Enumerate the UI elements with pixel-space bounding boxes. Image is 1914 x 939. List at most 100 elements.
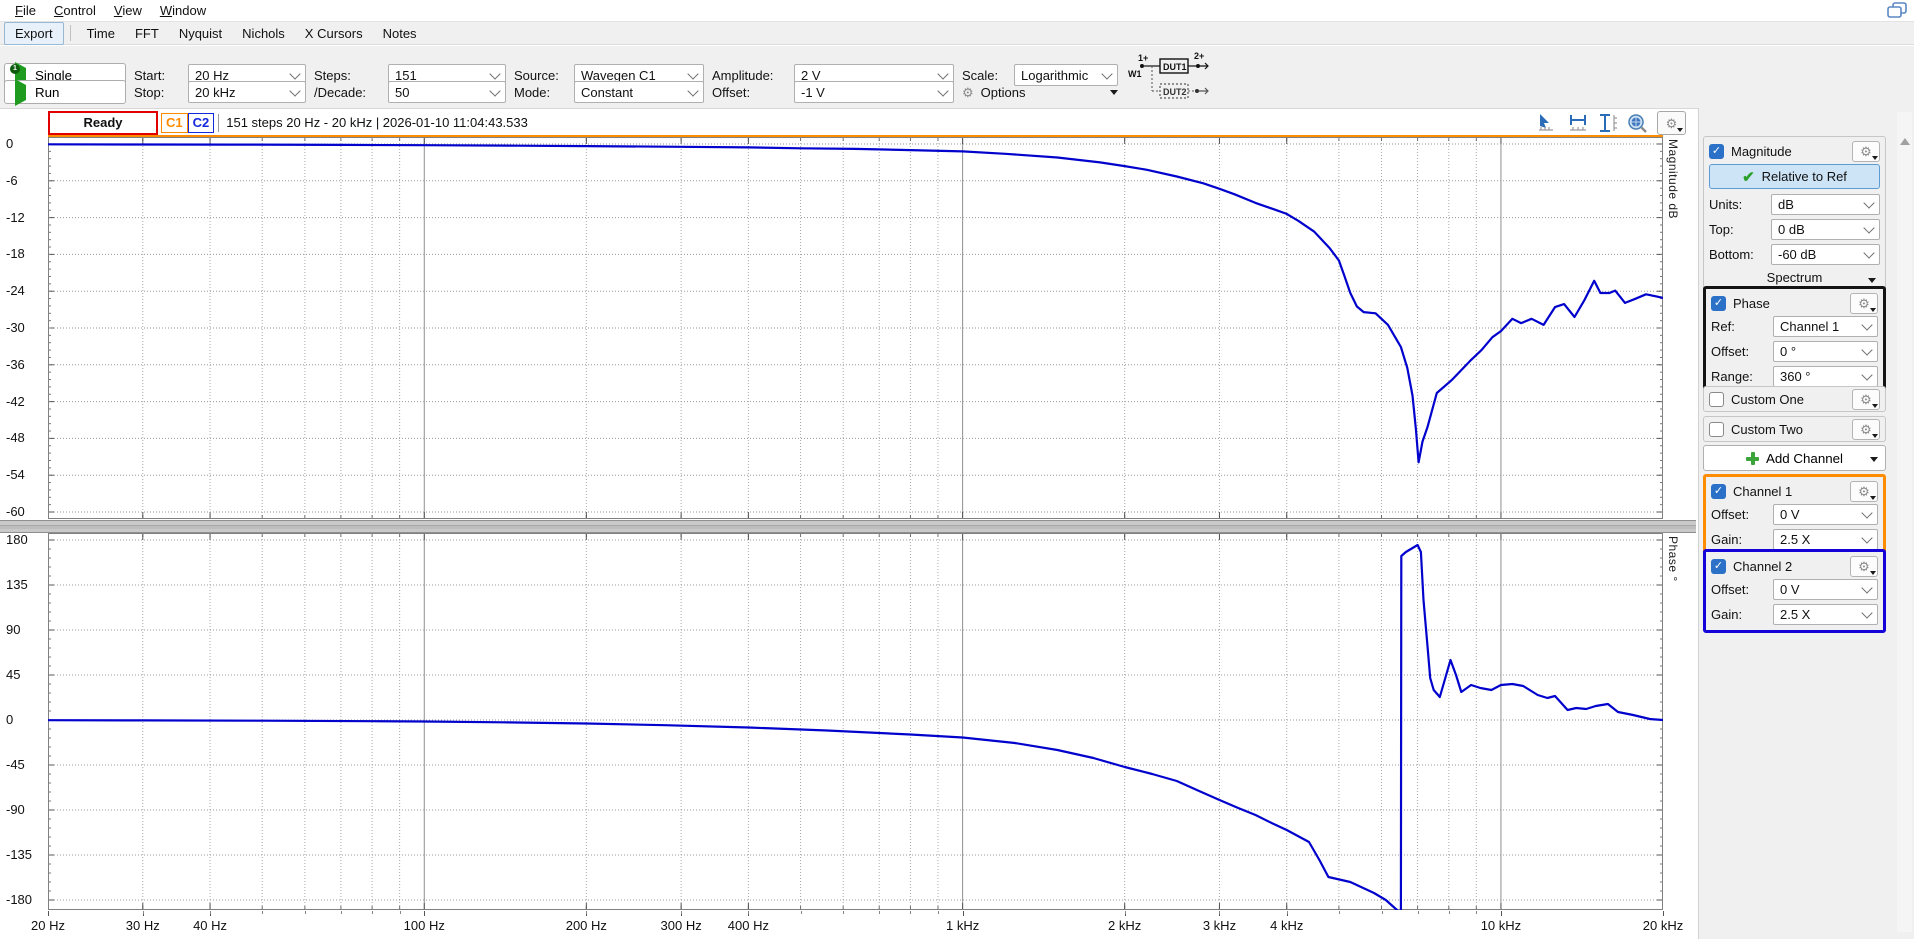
custom-one-settings-button[interactable]: ⚙ (1852, 389, 1880, 410)
chevron-down-icon (489, 68, 500, 79)
channel-1-offset-row: Offset: 0 V (1711, 502, 1878, 527)
channel-2-settings-button[interactable]: ⚙ (1850, 556, 1878, 577)
chevron-down-icon (1861, 319, 1872, 330)
mode-label: Mode: (514, 85, 566, 100)
units-select[interactable]: dB (1771, 194, 1880, 215)
status-separator (218, 114, 219, 132)
custom-one-checkbox[interactable] (1709, 392, 1724, 407)
zoom-icon[interactable] (1627, 113, 1648, 134)
custom-two-group: Custom Two ⚙ (1703, 416, 1886, 442)
range-value: 360 ° (1780, 369, 1811, 384)
tab-fft[interactable]: FFT (125, 23, 169, 44)
y-tick-label: 45 (6, 667, 20, 682)
waveforms-network-analyzer-window: File Control View Window Export Time FFT… (0, 0, 1914, 939)
range-select[interactable]: 360 ° (1773, 366, 1878, 387)
channel-1-gain-value: 2.5 X (1780, 532, 1810, 547)
top-select[interactable]: 0 dB (1771, 219, 1880, 240)
tab-notes[interactable]: Notes (373, 23, 427, 44)
channel2-badge[interactable]: C2 (188, 113, 215, 133)
menu-control[interactable]: Control (45, 1, 105, 20)
cursor-pointer-icon[interactable] (1536, 113, 1558, 133)
dropdown-arrow-icon (1870, 457, 1878, 462)
panel-scrollbar[interactable] (1897, 112, 1912, 932)
chevron-down-icon (1861, 607, 1872, 618)
gear-icon: ⚙ (962, 86, 974, 99)
phase-offset-label: Offset: (1711, 344, 1773, 359)
channel-2-offset-select[interactable]: 0 V (1773, 579, 1878, 600)
frequency-x-axis: 20 Hz30 Hz40 Hz100 Hz200 Hz300 Hz400 Hz1… (0, 911, 1696, 938)
dropdown-arrow-icon (1872, 434, 1878, 438)
chevron-down-icon (489, 85, 500, 96)
channel-1-offset-select[interactable]: 0 V (1773, 504, 1878, 525)
tab-time[interactable]: Time (77, 23, 125, 44)
bottom-row: Bottom: -60 dB (1709, 242, 1880, 267)
bottom-select[interactable]: -60 dB (1771, 244, 1880, 265)
stop-select[interactable]: 20 kHz (188, 81, 306, 103)
run-button[interactable]: Run (4, 80, 126, 104)
y-tick-label: 135 (6, 577, 28, 592)
x-tick-label: 3 kHz (1203, 918, 1236, 933)
y-tick-label: -6 (6, 173, 18, 188)
relative-to-ref-label: Relative to Ref (1762, 169, 1847, 184)
x-minor-tick (748, 911, 749, 914)
add-channel-button[interactable]: Add Channel (1703, 445, 1886, 471)
magnitude-settings-button[interactable]: ⚙ (1852, 141, 1880, 162)
custom-two-checkbox[interactable] (1709, 422, 1724, 437)
y-tick-label: -42 (6, 394, 25, 409)
svg-text:DUT2: DUT2 (1163, 87, 1187, 97)
channel-2-checkbox[interactable] (1711, 559, 1726, 574)
x-minor-tick (1476, 911, 1477, 914)
tab-nichols[interactable]: Nichols (232, 23, 295, 44)
x-minor-tick (1125, 911, 1126, 914)
gear-icon: ⚙ (1860, 423, 1872, 436)
magnitude-plot[interactable] (48, 137, 1663, 519)
ref-label: Ref: (1711, 319, 1773, 334)
spectrum-label: Spectrum (1767, 270, 1823, 285)
menu-window[interactable]: Window (151, 1, 215, 20)
y-cursors-ruler-icon[interactable] (1598, 113, 1618, 133)
chevron-down-icon (937, 68, 948, 79)
phase-offset-select[interactable]: 0 ° (1773, 341, 1878, 362)
channel1-badge[interactable]: C1 (161, 113, 188, 133)
x-minor-tick (938, 911, 939, 914)
gear-icon: ⚙ (1858, 485, 1870, 498)
tab-export[interactable]: Export (4, 22, 64, 45)
spectrum-expander[interactable]: Spectrum (1709, 267, 1880, 287)
mode-select[interactable]: Constant (574, 81, 704, 103)
tab-x-cursors[interactable]: X Cursors (295, 23, 373, 44)
offset-select[interactable]: -1 V (794, 81, 954, 103)
phase-checkbox[interactable] (1711, 296, 1726, 311)
menu-view[interactable]: View (105, 1, 151, 20)
relative-to-ref-button[interactable]: ✔ Relative to Ref (1709, 164, 1880, 189)
plot-splitter-handle[interactable] (0, 520, 1696, 533)
run-label: Run (35, 85, 59, 100)
ref-select[interactable]: Channel 1 (1773, 316, 1878, 337)
channel-1-checkbox[interactable] (1711, 484, 1726, 499)
y-tick-label: -45 (6, 757, 25, 772)
plot-settings-button[interactable]: ⚙ (1657, 111, 1686, 135)
channel-2-gain-value: 2.5 X (1780, 607, 1810, 622)
per-decade-select[interactable]: 50 (388, 81, 506, 103)
options-button[interactable]: ⚙ Options (962, 85, 1118, 100)
channel-2-offset-row: Offset: 0 V (1711, 577, 1878, 602)
x-tick (1663, 911, 1664, 916)
gear-icon: ⚙ (1858, 560, 1870, 573)
channel-1-gain-select[interactable]: 2.5 X (1773, 529, 1878, 550)
x-tick-label: 300 Hz (661, 918, 702, 933)
magnitude-y-axis: 0-6-12-18-24-30-36-42-48-54-60 (0, 137, 46, 519)
channel-1-settings-button[interactable]: ⚙ (1850, 481, 1878, 502)
phase-settings-button[interactable]: ⚙ (1850, 293, 1878, 314)
menu-file[interactable]: File (6, 1, 45, 20)
x-minor-tick (1219, 911, 1220, 914)
tab-nyquist[interactable]: Nyquist (169, 23, 232, 44)
chevron-down-icon (937, 85, 948, 96)
magnitude-checkbox[interactable] (1709, 144, 1724, 159)
float-window-icon[interactable] (1886, 2, 1908, 19)
chevron-down-icon (1863, 197, 1874, 208)
x-cursors-ruler-icon[interactable] (1567, 113, 1589, 133)
channel-2-gain-select[interactable]: 2.5 X (1773, 604, 1878, 625)
phase-plot[interactable] (48, 533, 1663, 910)
dropdown-arrow-icon (1110, 90, 1118, 95)
svg-text:W1: W1 (1128, 69, 1142, 79)
custom-two-settings-button[interactable]: ⚙ (1852, 419, 1880, 440)
